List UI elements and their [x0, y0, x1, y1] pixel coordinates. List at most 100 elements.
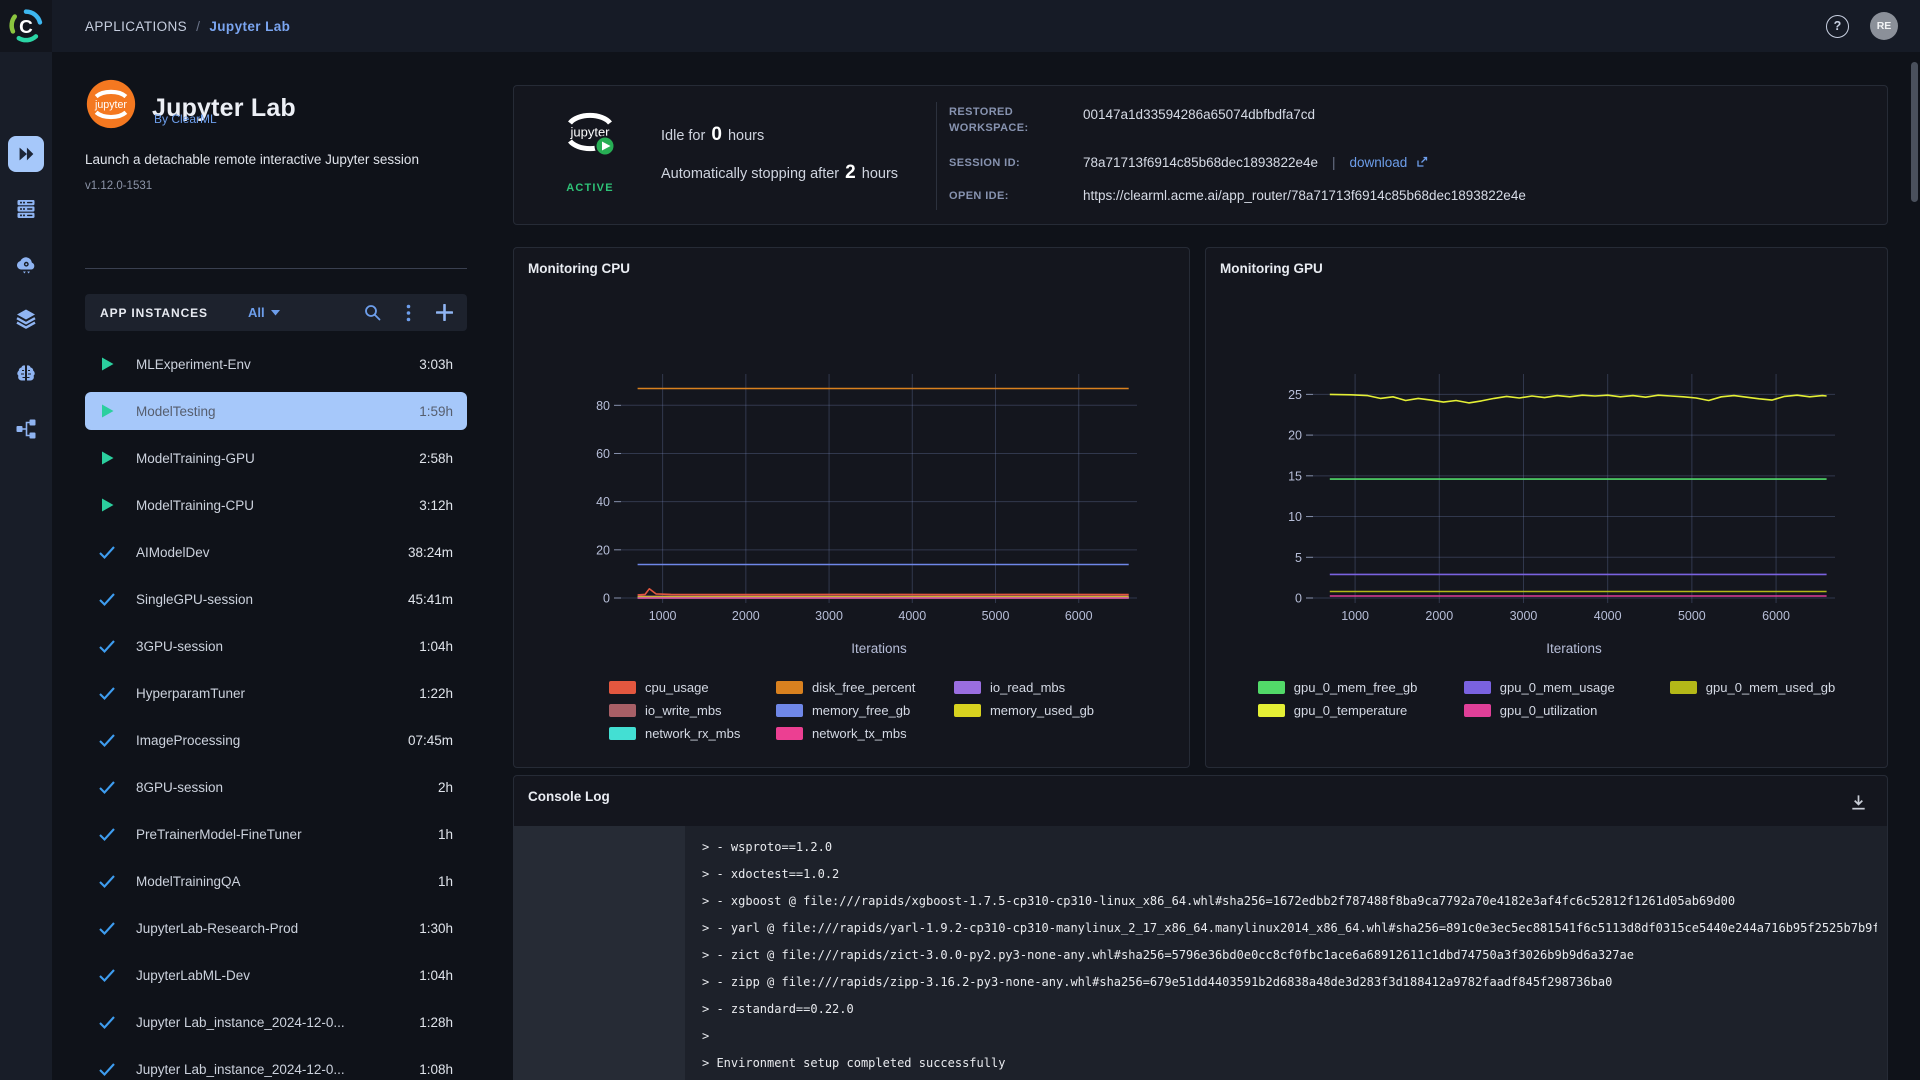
scrollbar-thumb[interactable]	[1911, 62, 1918, 202]
svg-text:C: C	[19, 17, 33, 38]
instance-row[interactable]: ModelTraining-GPU 2:58h	[85, 439, 467, 477]
svg-text:25: 25	[1288, 388, 1302, 402]
legend-item[interactable]: gpu_0_temperature	[1257, 703, 1464, 718]
session-card: jupyter ACTIVE Idle for 0 hours Automati…	[513, 85, 1888, 225]
instance-row[interactable]: ModelTraining-CPU 3:12h	[85, 486, 467, 524]
instance-row[interactable]: SingleGPU-session 45:41m	[85, 580, 467, 618]
download-log-icon[interactable]	[1845, 789, 1871, 815]
sidebar-item-models-brain[interactable]	[14, 362, 38, 386]
instance-row[interactable]: ImageProcessing 07:45m	[85, 721, 467, 759]
legend-item[interactable]: network_tx_mbs	[775, 726, 954, 741]
svg-text:80: 80	[596, 399, 610, 413]
legend-item[interactable]: gpu_0_mem_free_gb	[1257, 680, 1464, 695]
external-link-icon[interactable]	[1416, 156, 1428, 168]
sidebar-item-cloud-autoscaler[interactable]	[14, 252, 38, 276]
legend-swatch	[608, 727, 636, 740]
legend-label: network_rx_mbs	[644, 726, 741, 741]
legend-item[interactable]: network_rx_mbs	[608, 726, 776, 741]
series-gpu_0_temperature	[1329, 393, 1827, 404]
instance-row[interactable]: MLExperiment-Env 3:03h	[85, 345, 467, 383]
sidebar-item-datasets-layers[interactable]	[14, 307, 38, 331]
legend-swatch	[1257, 704, 1285, 717]
app-instances-header: APP INSTANCES All	[85, 294, 467, 331]
legend-item[interactable]: io_write_mbs	[608, 703, 776, 718]
completed-status-icon	[98, 1014, 116, 1030]
instance-row[interactable]: JupyterLabML-Dev 1:04h	[85, 956, 467, 994]
instance-name: Jupyter Lab_instance_2024-12-0...	[136, 1061, 345, 1077]
breadcrumb-current[interactable]: Jupyter Lab	[209, 19, 290, 34]
svg-text:6000: 6000	[1065, 609, 1093, 623]
legend-swatch	[1463, 704, 1491, 717]
workers-queues-icon	[17, 200, 35, 218]
instance-duration: 1:30h	[419, 920, 453, 936]
instance-name: SingleGPU-session	[136, 591, 254, 607]
legend-label: disk_free_percent	[811, 680, 916, 695]
instance-row[interactable]: ModelTesting 1:59h	[85, 392, 467, 430]
svg-text:15: 15	[1288, 469, 1302, 483]
running-status-icon	[98, 356, 116, 372]
search-icon[interactable]	[364, 304, 381, 321]
kebab-menu-icon[interactable]	[406, 304, 411, 322]
sidebar-item-applications[interactable]	[8, 136, 44, 172]
instances-filter-dropdown[interactable]: All	[248, 305, 280, 320]
avatar[interactable]: RE	[1870, 12, 1898, 40]
instance-row[interactable]: AIModelDev 38:24m	[85, 533, 467, 571]
legend-item[interactable]: cpu_usage	[608, 680, 776, 695]
sidebar-item-pipelines[interactable]	[14, 417, 38, 441]
instance-duration: 1:08h	[419, 1061, 453, 1077]
cpu-chart-plot: 1000 2000 3000 4000 5000 6000 0 20 40 60 80 Iterati…	[596, 374, 1137, 656]
legend-item[interactable]: io_read_mbs	[953, 680, 1094, 695]
gpu-chart-title: Monitoring GPU	[1220, 261, 1323, 276]
legend-item[interactable]: gpu_0_mem_used_gb	[1669, 680, 1835, 695]
open-ide-value[interactable]: https://clearml.acme.ai/app_router/78a71…	[1083, 188, 1526, 203]
legend-item[interactable]: disk_free_percent	[775, 680, 954, 695]
instance-name: AIModelDev	[136, 544, 210, 560]
breadcrumb-applications[interactable]: APPLICATIONS	[85, 19, 187, 34]
app-description: Launch a detachable remote interactive J…	[85, 152, 419, 167]
svg-text:5: 5	[1295, 551, 1302, 565]
app-by-link[interactable]: By ClearML	[154, 112, 217, 126]
pipe-separator: |	[1331, 155, 1336, 170]
instance-row[interactable]: 8GPU-session 2h	[85, 768, 467, 806]
check-icon	[99, 781, 115, 795]
console-card: Console Log > - wsproto==1.2.0 > - xdocte…	[513, 775, 1888, 1080]
help-icon[interactable]: ?	[1826, 14, 1849, 38]
legend-item[interactable]: gpu_0_mem_usage	[1463, 680, 1670, 695]
svg-text:2000: 2000	[732, 609, 760, 623]
sidebar-item-workers-queues[interactable]	[14, 197, 38, 221]
check-icon	[99, 593, 115, 607]
jupyter-app-logo: jupyter	[85, 78, 137, 130]
instance-row[interactable]: HyperparamTuner 1:22h	[85, 674, 467, 712]
instance-row[interactable]: PreTrainerModel-FineTuner 1h	[85, 815, 467, 853]
svg-text:Iterations: Iterations	[851, 641, 907, 656]
clearml-logo[interactable]: C	[0, 0, 52, 52]
download-link[interactable]: download	[1350, 155, 1408, 170]
idle-hours-value: 0	[711, 124, 722, 145]
running-status-icon	[98, 450, 116, 466]
instance-row[interactable]: Jupyter Lab_instance_2024-12-0... 1:08h	[85, 1050, 467, 1080]
instance-name: ModelTrainingQA	[136, 873, 241, 889]
legend-swatch	[608, 704, 636, 717]
legend-item[interactable]: memory_free_gb	[775, 703, 954, 718]
page-scrollbar	[1911, 56, 1918, 1076]
console-body[interactable]: > - wsproto==1.2.0 > - xdoctest==1.0.2 > -…	[514, 826, 1887, 1080]
legend-item[interactable]: memory_used_gb	[953, 703, 1094, 718]
legend-item[interactable]: gpu_0_utilization	[1463, 703, 1670, 718]
completed-status-icon	[98, 779, 116, 795]
instance-row[interactable]: Jupyter Lab_instance_2024-12-0... 1:28h	[85, 1003, 467, 1041]
instance-name: ModelTesting	[136, 403, 216, 419]
instance-row[interactable]: JupyterLab-Research-Prod 1:30h	[85, 909, 467, 947]
legend-swatch	[953, 704, 981, 717]
instance-name: PreTrainerModel-FineTuner	[136, 826, 302, 842]
idle-time-text: Idle for 0 hours	[661, 124, 765, 145]
check-icon	[99, 969, 115, 983]
svg-text:5000: 5000	[982, 609, 1010, 623]
instance-row[interactable]: ModelTrainingQA 1h	[85, 862, 467, 900]
running-status-icon	[98, 403, 116, 419]
add-instance-icon[interactable]	[436, 304, 453, 321]
running-status-icon	[98, 497, 116, 513]
gpu-chart-legend: gpu_0_mem_free_gb gpu_0_mem_usage gpu_0_me…	[1206, 680, 1887, 718]
instance-name: ModelTraining-GPU	[136, 450, 255, 466]
instance-duration: 07:45m	[407, 732, 453, 748]
instance-row[interactable]: 3GPU-session 1:04h	[85, 627, 467, 665]
